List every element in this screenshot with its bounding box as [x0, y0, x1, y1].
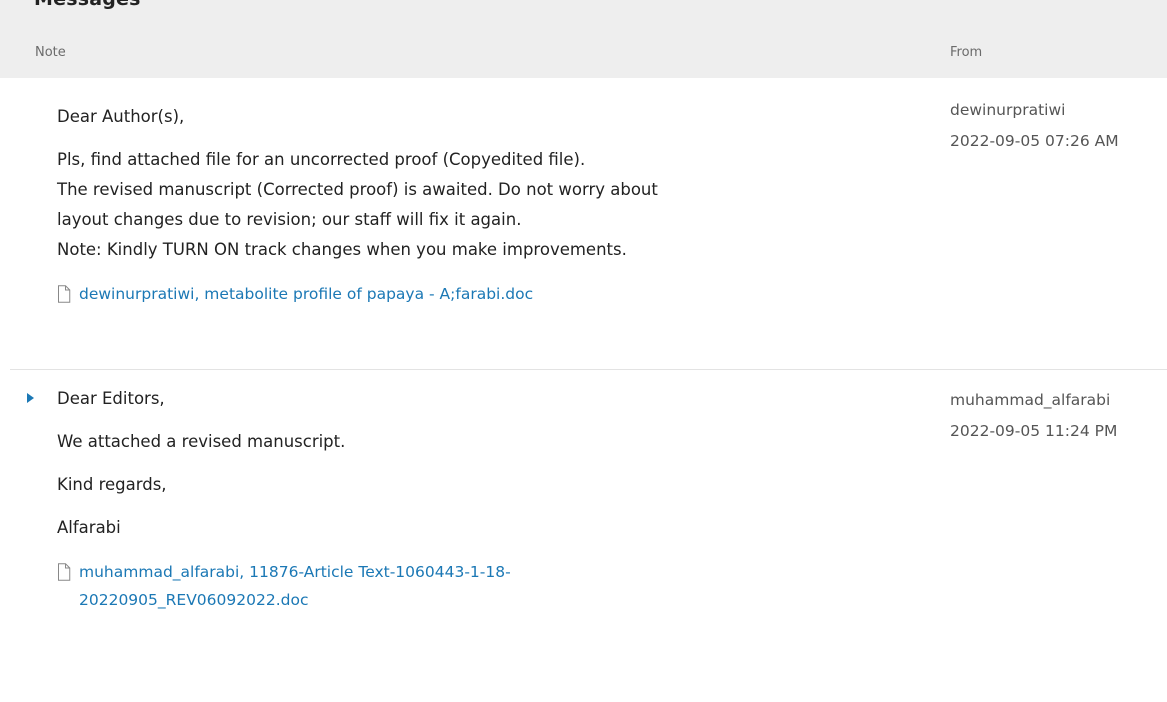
- file-icon: [58, 563, 71, 581]
- message-line: Alfarabi: [57, 518, 121, 537]
- message-greeting: Dear Editors,: [57, 389, 165, 408]
- message-line: Pls, find attached file for an uncorrect…: [57, 150, 586, 169]
- from-username: dewinurpratiwi: [950, 101, 1066, 119]
- message-line: layout changes due to revision; our staf…: [57, 210, 522, 229]
- message-from: muhammad_alfarabi 2022-09-05 11:24 PM: [950, 385, 1160, 447]
- attachment-link[interactable]: muhammad_alfarabi, 11876-Article Text-10…: [57, 558, 917, 614]
- column-header-from: From: [950, 45, 983, 60]
- message-note: Dear Author(s), Pls, find attached file …: [57, 102, 917, 308]
- message-line: Note: Kindly TURN ON track changes when …: [57, 240, 627, 259]
- message-greeting: Dear Author(s),: [57, 107, 185, 126]
- attachment-filename-line[interactable]: 20220905_REV06092022.doc: [79, 591, 308, 609]
- attachment-filename-line[interactable]: muhammad_alfarabi, 11876-Article Text-10…: [79, 563, 511, 581]
- panel-title: Messages: [34, 0, 141, 10]
- message-line: The revised manuscript (Corrected proof)…: [57, 180, 658, 199]
- from-username: muhammad_alfarabi: [950, 391, 1111, 409]
- file-icon: [58, 285, 71, 303]
- message-line: Kind regards,: [57, 475, 167, 494]
- attachment-filename[interactable]: muhammad_alfarabi, 11876-Article Text-10…: [79, 558, 511, 614]
- message-note: Dear Editors, We attached a revised manu…: [57, 384, 917, 614]
- message-from: dewinurpratiwi 2022-09-05 07:26 AM: [950, 95, 1160, 157]
- from-date: 2022-09-05 11:24 PM: [950, 422, 1118, 440]
- messages-panel: Messages Note From Dear Author(s), Pls, …: [0, 0, 1167, 702]
- from-date: 2022-09-05 07:26 AM: [950, 132, 1119, 150]
- message-row: Dear Editors, We attached a revised manu…: [0, 370, 1167, 702]
- attachment-link[interactable]: dewinurpratiwi, metabolite profile of pa…: [57, 280, 917, 308]
- message-line: We attached a revised manuscript.: [57, 432, 346, 451]
- triangle-right-icon[interactable]: [27, 393, 34, 403]
- column-header-note: Note: [35, 45, 66, 60]
- message-row: Dear Author(s), Pls, find attached file …: [0, 78, 1167, 370]
- messages-header: Messages Note From: [0, 0, 1167, 78]
- attachment-filename[interactable]: dewinurpratiwi, metabolite profile of pa…: [79, 280, 533, 308]
